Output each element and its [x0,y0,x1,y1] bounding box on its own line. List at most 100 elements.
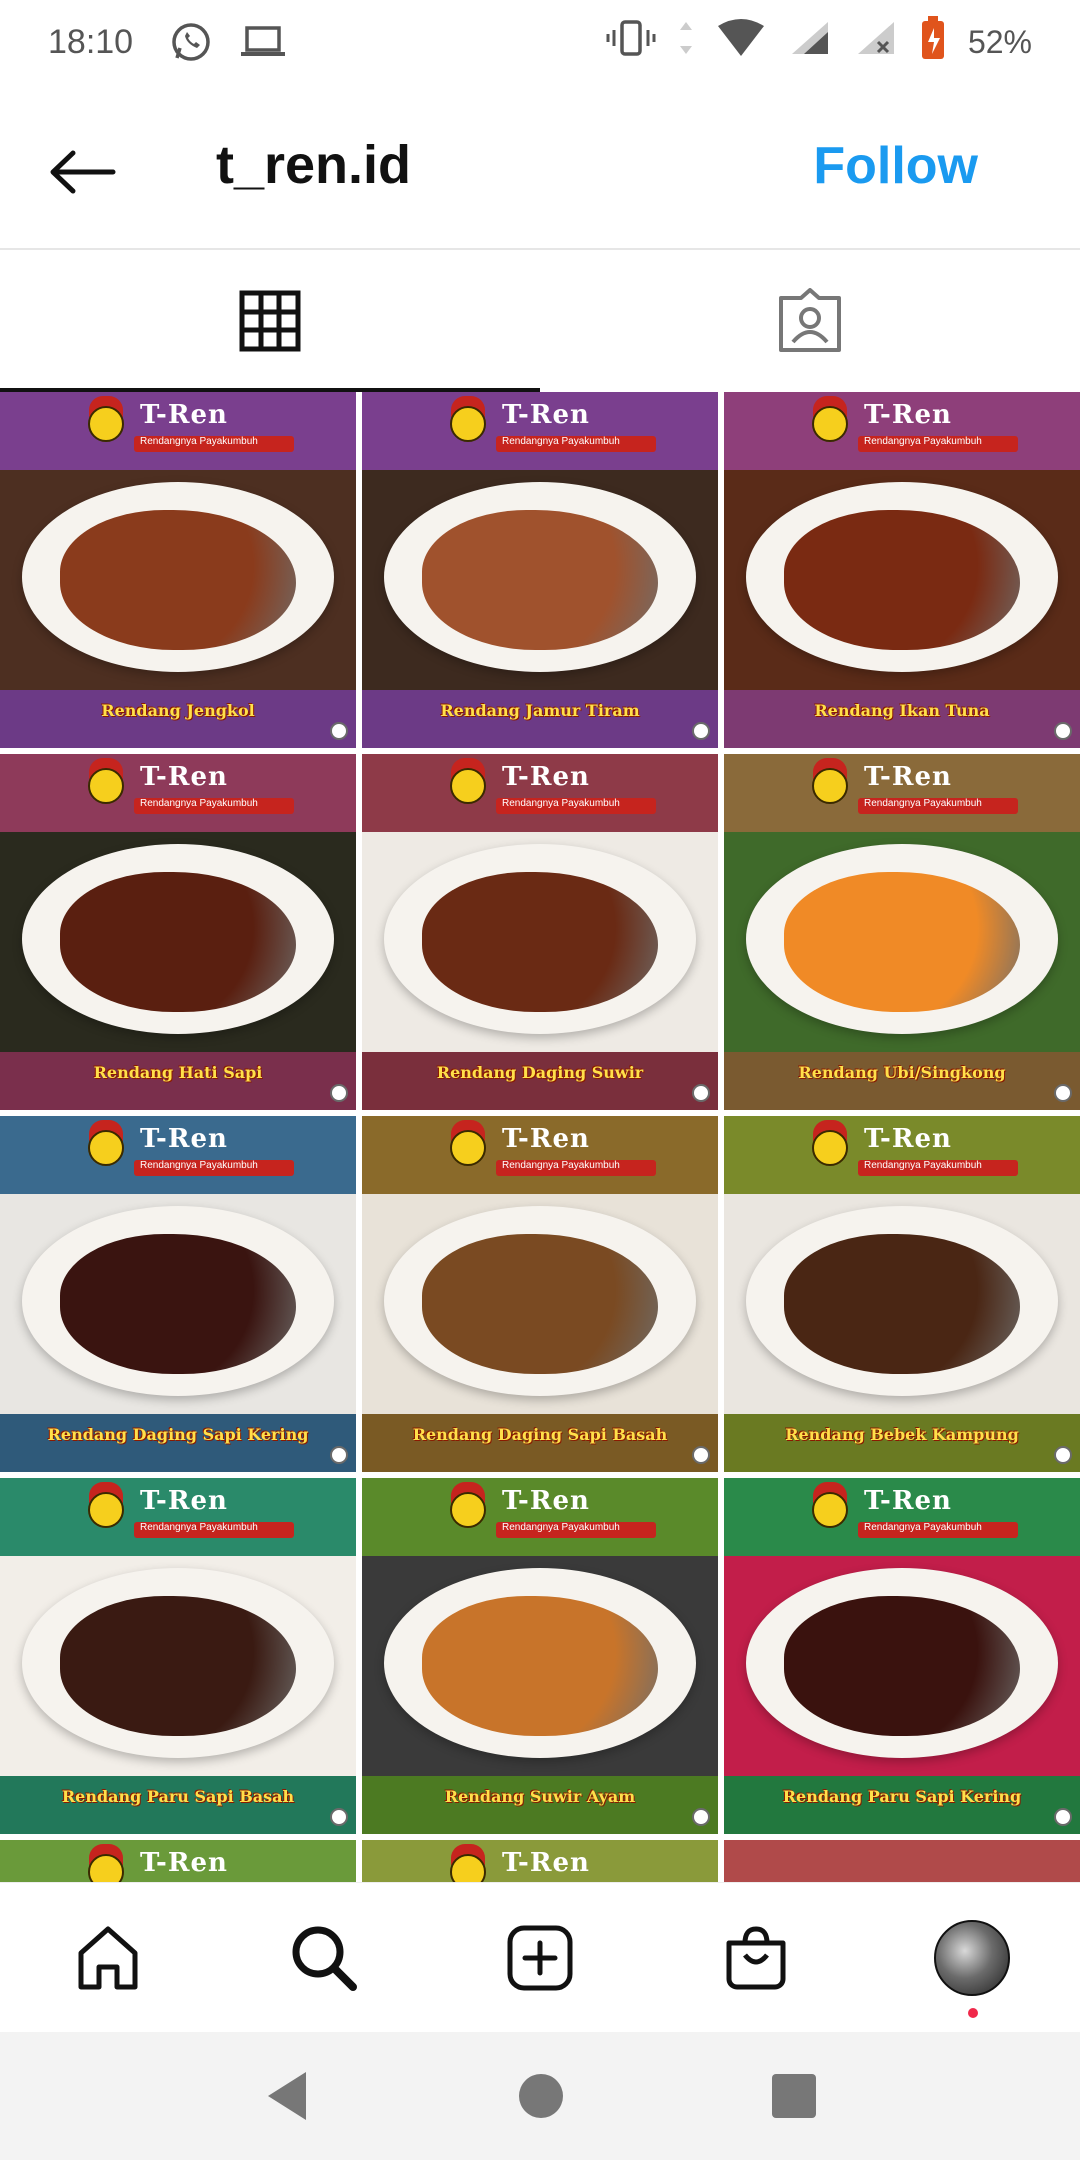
nav-shop[interactable] [706,1908,806,2008]
brand-logo-icon [450,1854,486,1882]
brand-name: T-Ren [502,1848,590,1878]
brand-name: T-Ren [864,762,952,792]
food-image [784,510,1020,650]
laptop-icon [239,22,287,62]
brand-tagline: Rendangnya Payakumbuh [140,1160,258,1171]
watermark-icon [692,722,710,740]
tab-tagged[interactable] [540,250,1080,392]
system-navigation-bar [0,2032,1080,2160]
brand-tagline: Rendangnya Payakumbuh [140,436,258,447]
brand-name: T-Ren [864,400,952,430]
brand-logo-icon [812,1492,848,1528]
post-tile[interactable]: T-Ren Rendangnya Payakumbuh Rendang Daging… [0,1116,356,1472]
post-tile[interactable]: T-Ren Rendangnya Payakumbuh Rendang Daging… [362,754,718,1110]
watermark-icon [1054,1808,1072,1826]
watermark-icon [692,1084,710,1102]
brand-name: T-Ren [502,400,590,430]
post-tile[interactable]: T-Ren Rendangnya Payakumbuh Rendang Daging… [362,1116,718,1472]
vibrate-icon [606,18,656,67]
system-home-icon[interactable] [517,2072,565,2120]
post-tile[interactable]: T-Ren Rendangnya Payakumbuh Rendang Ikan T… [724,392,1080,748]
food-image [60,1234,296,1374]
post-caption: Rendang Paru Sapi Basah [61,1787,295,1806]
food-image [60,872,296,1012]
brand-tagline: Rendangnya Payakumbuh [864,436,982,447]
post-caption: Rendang Bebek Kampung [785,1425,1019,1444]
brand-logo-icon [812,406,848,442]
data-arrows-icon [678,18,694,67]
system-recents-icon[interactable] [770,2072,818,2120]
watermark-icon [330,1446,348,1464]
post-banner [724,1840,1080,1882]
brand-tagline: Rendangnya Payakumbuh [864,1160,982,1171]
watermark-icon [1054,1084,1072,1102]
watermark-icon [330,1084,348,1102]
post-caption: Rendang Hati Sapi [93,1063,263,1082]
post-tile[interactable]: T-Ren Rendangnya Payakumbuh Rendang Suwir … [362,1478,718,1834]
status-bar: 18:10 52% [0,0,1080,84]
arrow-left-icon [50,150,116,194]
nav-search[interactable] [274,1908,374,2008]
post-caption: Rendang Ikan Tuna [814,701,990,720]
brand-name: T-Ren [140,1486,228,1516]
post-caption: Rendang Daging Sapi Basah [412,1425,668,1444]
profile-tabs [0,250,1080,392]
post-grid: T-Ren Rendangnya Payakumbuh Rendang Jengko… [0,392,1080,1882]
watermark-icon [330,1808,348,1826]
shopping-bag-icon [726,1925,786,1989]
post-tile[interactable]: T-Ren [362,1840,718,1882]
signal-no-sim-icon [854,18,898,67]
brand-tagline: Rendangnya Payakumbuh [864,1522,982,1533]
search-icon [292,1926,357,1991]
post-tile[interactable]: T-Ren [0,1840,356,1882]
post-tile[interactable]: T-Ren Rendangnya Payakumbuh Rendang Jengko… [0,392,356,748]
add-post-icon [507,1925,573,1990]
brand-logo-icon [450,406,486,442]
post-tile[interactable]: T-Ren Rendangnya Payakumbuh Rendang Paru S… [0,1478,356,1834]
nav-create[interactable] [490,1908,590,2008]
status-right: 52% [606,15,1032,69]
post-caption: Rendang Jengkol [101,701,255,720]
follow-button[interactable]: Follow [813,136,978,196]
post-tile[interactable]: T-Ren Rendangnya Payakumbuh Rendang Ubi/Si… [724,754,1080,1110]
post-tile[interactable]: T-Ren Rendangnya Payakumbuh Rendang Bebek … [724,1116,1080,1472]
food-image [422,1234,658,1374]
brand-name: T-Ren [140,400,228,430]
brand-logo-icon [812,768,848,804]
back-button[interactable] [44,134,120,210]
food-image [784,1234,1020,1374]
screen: 18:10 52% t_ren.id Follow T-Ren Rendangn… [0,0,1080,2160]
post-tile[interactable]: T-Ren Rendangnya Payakumbuh Rendang Paru S… [724,1478,1080,1834]
profile-username: t_ren.id [216,135,412,195]
post-tile[interactable]: T-Ren Rendangnya Payakumbuh Rendang Jamur … [362,392,718,748]
nav-profile[interactable] [922,1908,1022,2018]
brand-name: T-Ren [502,1486,590,1516]
post-caption: Rendang Daging Sapi Kering [47,1425,309,1444]
tab-grid[interactable] [0,250,540,392]
home-icon [78,1926,138,1989]
profile-header: t_ren.id Follow [0,84,1080,250]
post-tile[interactable] [724,1840,1080,1882]
watermark-icon [330,722,348,740]
watermark-icon [1054,1446,1072,1464]
wifi-icon [716,18,766,67]
avatar [934,1919,1010,1996]
brand-logo-icon [450,1130,486,1166]
brand-tagline: Rendangnya Payakumbuh [502,798,620,809]
brand-tagline: Rendangnya Payakumbuh [140,798,258,809]
brand-name: T-Ren [140,1124,228,1154]
post-tile[interactable]: T-Ren Rendangnya Payakumbuh Rendang Hati S… [0,754,356,1110]
system-back-icon[interactable] [262,2068,312,2124]
brand-tagline: Rendangnya Payakumbuh [140,1522,258,1533]
post-caption: Rendang Paru Sapi Kering [782,1787,1022,1806]
nav-home[interactable] [58,1908,158,2008]
post-caption: Rendang Ubi/Singkong [798,1063,1006,1082]
brand-logo-icon [812,1130,848,1166]
whatsapp-icon [169,20,213,64]
battery-icon [920,15,946,69]
post-caption: Rendang Daging Suwir [436,1063,644,1082]
brand-tagline: Rendangnya Payakumbuh [502,1522,620,1533]
food-image [784,872,1020,1012]
brand-logo-icon [450,768,486,804]
brand-name: T-Ren [864,1124,952,1154]
